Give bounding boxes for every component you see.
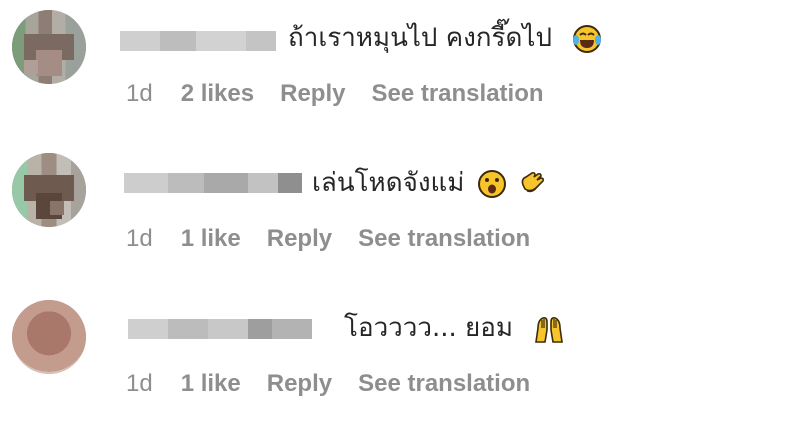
reply-button[interactable]: Reply (267, 370, 332, 398)
raising-hands-icon (533, 314, 564, 344)
comment-item: เล่นโหดจังแม่ 1d 1 like Reply See transl… (0, 145, 800, 275)
reply-button[interactable]: Reply (267, 225, 332, 253)
see-translation-button[interactable]: See translation (358, 370, 530, 398)
comment-text: เล่นโหดจังแม่ (312, 167, 547, 199)
comment-meta: 1d 1 like Reply See translation (126, 370, 556, 398)
comment-time: 1d (126, 225, 153, 252)
username-blurred[interactable] (120, 30, 276, 52)
likes-count[interactable]: 1 like (181, 370, 241, 398)
reply-button[interactable]: Reply (280, 80, 345, 108)
clapping-hands-icon (517, 169, 547, 199)
likes-count[interactable]: 2 likes (181, 80, 254, 108)
see-translation-button[interactable]: See translation (371, 80, 543, 108)
comment-text: โอวววว... ยอม (344, 312, 564, 344)
username-blurred[interactable] (124, 172, 302, 194)
comment-text: ถ้าเราหมุนไป คงกรี๊ดไป (288, 22, 602, 54)
comment-item: ถ้าเราหมุนไป คงกรี๊ดไป 1d 2 likes Reply … (0, 0, 800, 130)
comment-meta: 1d 1 like Reply See translation (126, 225, 556, 253)
astonished-face-icon (477, 169, 507, 199)
comment-time: 1d (126, 80, 153, 107)
comment-item: โอวววว... ยอม 1d 1 like Reply See transl… (0, 290, 800, 420)
comment-time: 1d (126, 370, 153, 397)
avatar[interactable] (12, 10, 86, 84)
username-blurred[interactable] (128, 318, 312, 340)
face-with-tears-of-joy-icon (572, 24, 602, 54)
see-translation-button[interactable]: See translation (358, 225, 530, 253)
comment-meta: 1d 2 likes Reply See translation (126, 80, 570, 108)
avatar[interactable] (12, 300, 86, 374)
avatar[interactable] (12, 153, 86, 227)
likes-count[interactable]: 1 like (181, 225, 241, 253)
